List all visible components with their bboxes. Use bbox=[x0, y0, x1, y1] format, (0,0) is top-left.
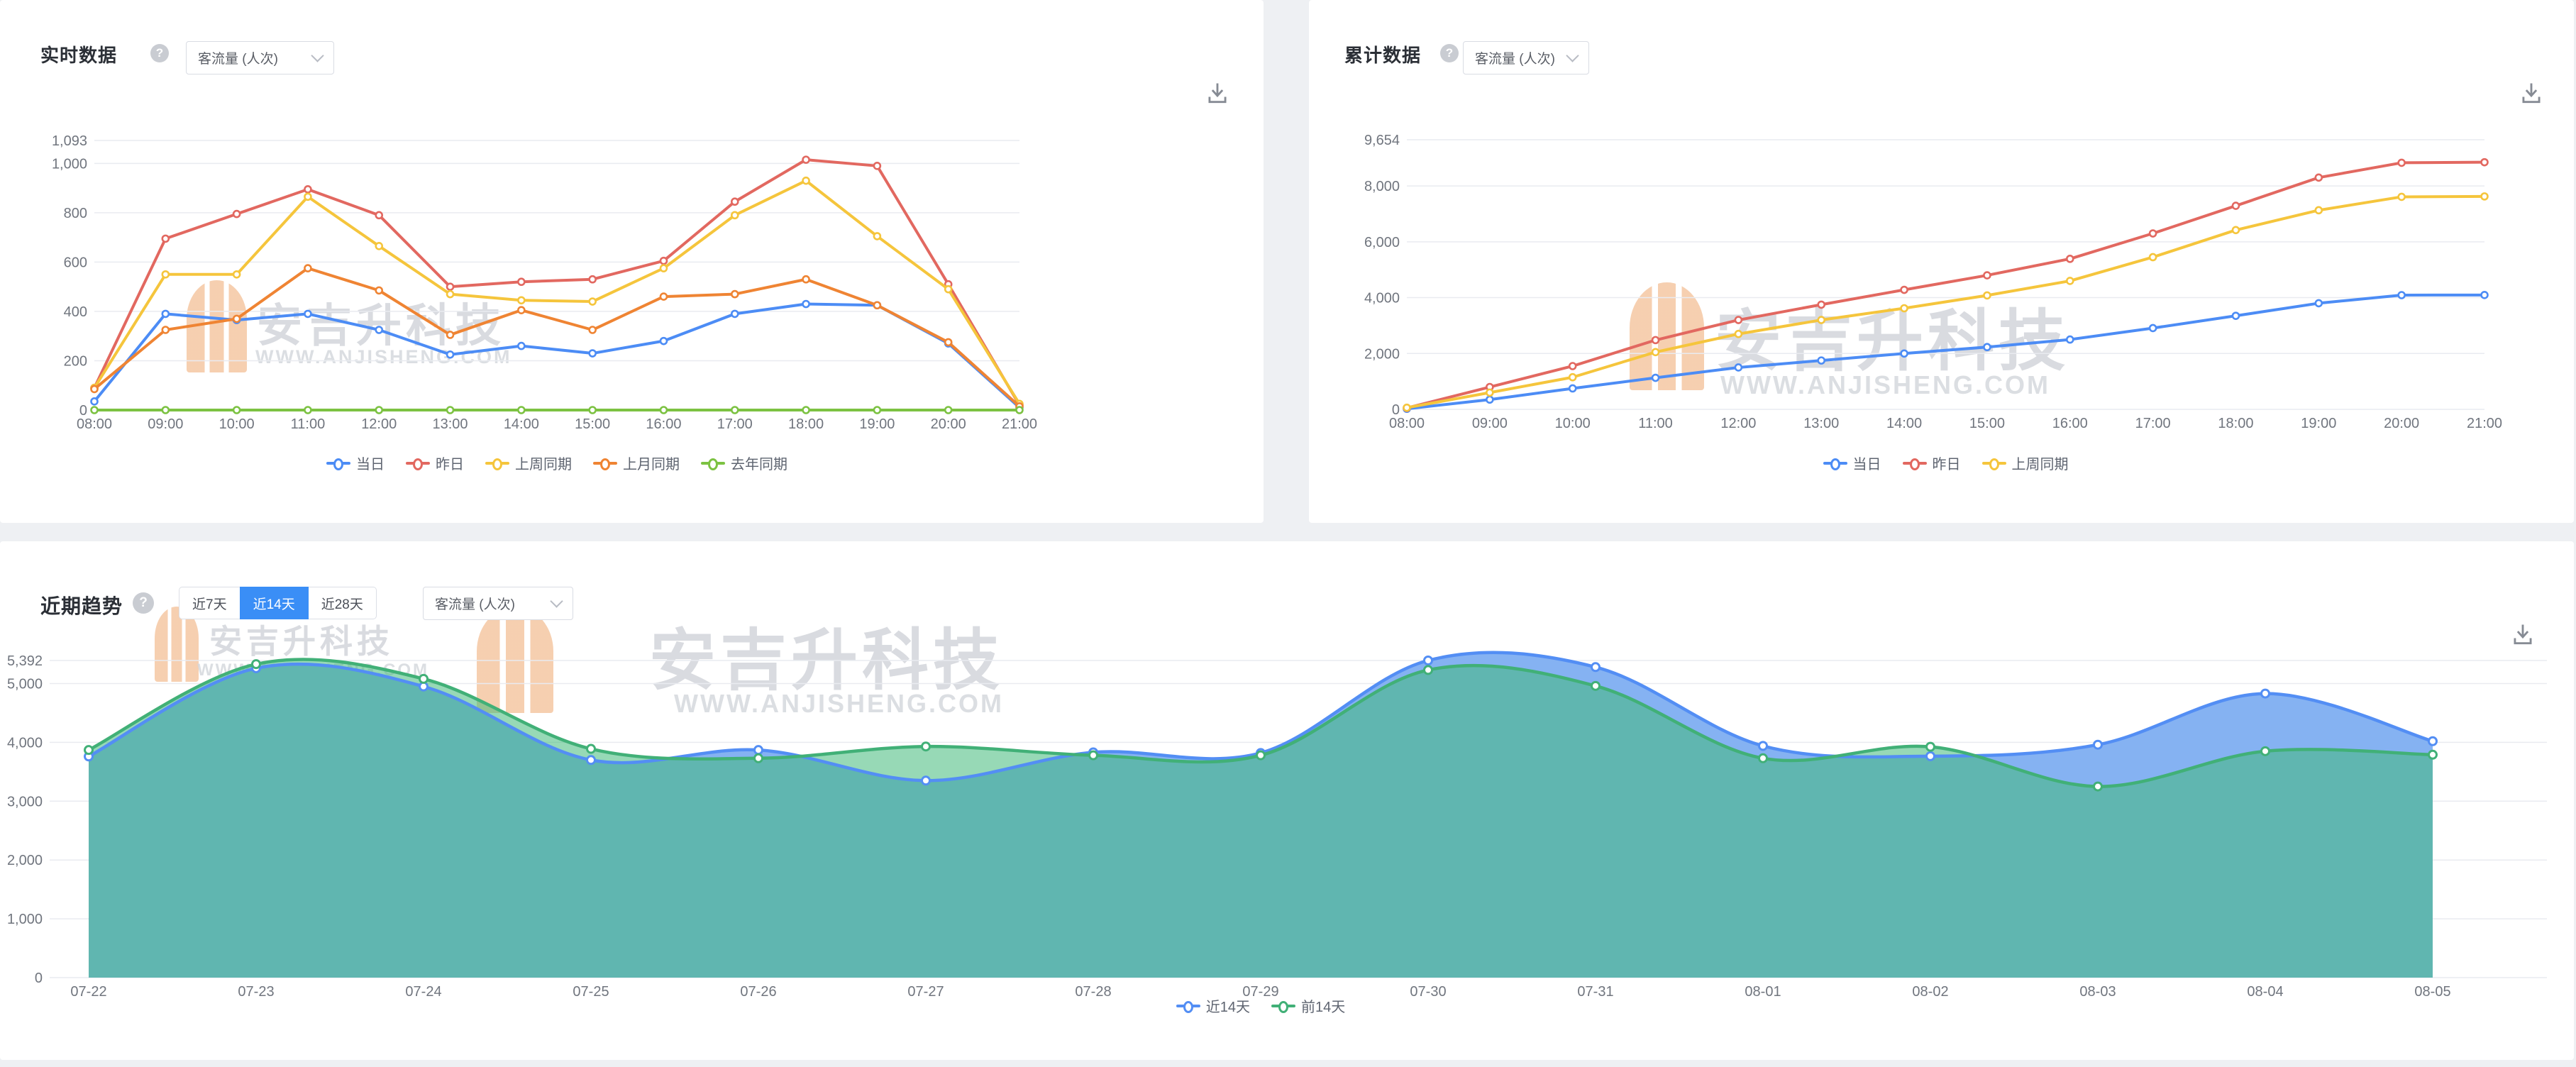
svg-text:600: 600 bbox=[64, 255, 87, 270]
legend-label: 前14天 bbox=[1301, 995, 1345, 1016]
cumulative-panel: 安吉升科技 WWW.ANJISHENG.COM 累计数据 ? 客流量 (人次) … bbox=[1309, 0, 2574, 523]
legend-label: 当日 bbox=[1853, 453, 1881, 473]
svg-text:0: 0 bbox=[35, 971, 43, 986]
svg-text:08:00: 08:00 bbox=[77, 416, 112, 432]
svg-text:5,000: 5,000 bbox=[7, 676, 43, 692]
svg-text:14:00: 14:00 bbox=[504, 416, 539, 432]
svg-text:5,392: 5,392 bbox=[7, 653, 43, 669]
legend-marker-icon bbox=[406, 458, 430, 468]
legend-label: 当日 bbox=[356, 453, 385, 473]
legend-item-3[interactable]: 上月同期 bbox=[593, 453, 680, 473]
svg-text:11:00: 11:00 bbox=[291, 416, 326, 432]
legend-item-0[interactable]: 当日 bbox=[1823, 453, 1881, 473]
realtime-line-chart: 02004006008001,0001,09308:0009:0010:0011… bbox=[0, 0, 1264, 523]
svg-text:6,000: 6,000 bbox=[1364, 235, 1400, 250]
svg-text:12:00: 12:00 bbox=[1720, 416, 1756, 431]
legend-item-1[interactable]: 昨日 bbox=[1903, 453, 1961, 473]
svg-text:4,000: 4,000 bbox=[7, 735, 43, 751]
svg-text:14:00: 14:00 bbox=[1886, 416, 1922, 431]
svg-text:8,000: 8,000 bbox=[1364, 179, 1400, 194]
legend-label: 上月同期 bbox=[623, 453, 680, 473]
legend-marker-icon bbox=[1176, 1001, 1200, 1011]
svg-text:18:00: 18:00 bbox=[2218, 416, 2253, 431]
svg-text:11:00: 11:00 bbox=[1638, 416, 1673, 431]
svg-text:20:00: 20:00 bbox=[2384, 416, 2419, 431]
svg-text:15:00: 15:00 bbox=[1969, 416, 2005, 431]
svg-text:21:00: 21:00 bbox=[1002, 416, 1037, 432]
svg-text:19:00: 19:00 bbox=[2301, 416, 2336, 431]
svg-text:20:00: 20:00 bbox=[931, 416, 966, 432]
range-button-14d[interactable]: 近14天 bbox=[240, 587, 309, 619]
cumulative-legend: 当日 昨日 上周同期 bbox=[1407, 453, 2484, 473]
legend-item-1[interactable]: 前14天 bbox=[1271, 995, 1345, 1016]
svg-text:2,000: 2,000 bbox=[7, 853, 43, 868]
legend-marker-icon bbox=[1903, 458, 1927, 468]
svg-text:1,093: 1,093 bbox=[52, 133, 87, 149]
svg-text:1,000: 1,000 bbox=[7, 912, 43, 927]
legend-marker-icon bbox=[593, 458, 617, 468]
svg-text:09:00: 09:00 bbox=[148, 416, 183, 432]
svg-text:13:00: 13:00 bbox=[433, 416, 468, 432]
legend-marker-icon bbox=[1982, 458, 2006, 468]
svg-text:1,000: 1,000 bbox=[52, 156, 87, 172]
legend-label: 近14天 bbox=[1206, 995, 1250, 1016]
svg-text:09:00: 09:00 bbox=[1472, 416, 1508, 431]
svg-text:08:00: 08:00 bbox=[1389, 416, 1425, 431]
legend-label: 昨日 bbox=[436, 453, 464, 473]
legend-label: 上周同期 bbox=[515, 453, 572, 473]
svg-text:13:00: 13:00 bbox=[1803, 416, 1839, 431]
svg-text:17:00: 17:00 bbox=[717, 416, 753, 432]
legend-marker-icon bbox=[326, 458, 350, 468]
legend-marker-icon bbox=[701, 458, 725, 468]
svg-text:200: 200 bbox=[64, 353, 87, 369]
legend-label: 上周同期 bbox=[2012, 453, 2069, 473]
legend-marker-icon bbox=[485, 458, 509, 468]
legend-item-2[interactable]: 上周同期 bbox=[485, 453, 572, 473]
legend-item-4[interactable]: 去年同期 bbox=[701, 453, 787, 473]
realtime-panel: 安吉升科技 WWW.ANJISHENG.COM 实时数据 ? 客流量 (人次) … bbox=[0, 0, 1264, 523]
svg-text:10:00: 10:00 bbox=[1555, 416, 1591, 431]
trend-panel: 安吉升科技 WWW.ANJISHENG.COM 安吉升科技 WWW.ANJISH… bbox=[0, 541, 2574, 1060]
legend-marker-icon bbox=[1271, 1001, 1295, 1011]
svg-text:10:00: 10:00 bbox=[219, 416, 255, 432]
svg-text:12:00: 12:00 bbox=[361, 416, 397, 432]
legend-item-0[interactable]: 近14天 bbox=[1176, 995, 1250, 1016]
svg-text:15:00: 15:00 bbox=[575, 416, 610, 432]
cumulative-line-chart: 02,0004,0006,0008,0009,65408:0009:0010:0… bbox=[1309, 0, 2574, 523]
legend-label: 昨日 bbox=[1933, 453, 1961, 473]
legend-marker-icon bbox=[1823, 458, 1847, 468]
svg-text:4,000: 4,000 bbox=[1364, 291, 1400, 306]
legend-label: 去年同期 bbox=[731, 453, 787, 473]
svg-text:800: 800 bbox=[64, 206, 87, 221]
legend-item-0[interactable]: 当日 bbox=[326, 453, 385, 473]
svg-text:16:00: 16:00 bbox=[646, 416, 681, 432]
svg-text:18:00: 18:00 bbox=[788, 416, 824, 432]
svg-text:3,000: 3,000 bbox=[7, 794, 43, 809]
trend-area-chart: 01,0002,0003,0004,0005,0005,39207-2207-2… bbox=[0, 541, 2574, 1060]
svg-text:17:00: 17:00 bbox=[2135, 416, 2171, 431]
svg-text:400: 400 bbox=[64, 304, 87, 320]
trend-legend: 近14天 前14天 bbox=[89, 995, 2433, 1016]
svg-text:21:00: 21:00 bbox=[2467, 416, 2502, 431]
svg-text:2,000: 2,000 bbox=[1364, 346, 1400, 362]
legend-item-1[interactable]: 昨日 bbox=[406, 453, 464, 473]
svg-text:9,654: 9,654 bbox=[1364, 133, 1400, 148]
svg-text:19:00: 19:00 bbox=[859, 416, 895, 432]
legend-item-2[interactable]: 上周同期 bbox=[1982, 453, 2069, 473]
svg-text:16:00: 16:00 bbox=[2052, 416, 2088, 431]
realtime-legend: 当日 昨日 上周同期 上月同期 去年同期 bbox=[94, 453, 1019, 473]
